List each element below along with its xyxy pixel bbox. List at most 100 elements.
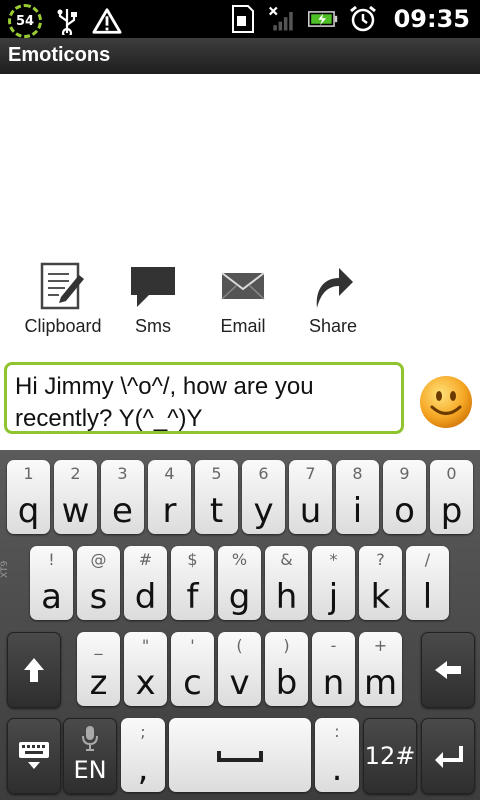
key-b-char: b [275, 663, 298, 703]
key-p-char: p [440, 491, 463, 531]
key-x[interactable]: " x [124, 632, 167, 706]
key-g[interactable]: % g [218, 546, 261, 620]
usb-icon [52, 6, 82, 36]
key-v-char: v [229, 663, 250, 703]
title-bar: Emoticons [0, 38, 480, 74]
sms-icon [128, 260, 178, 312]
key-j[interactable]: * j [312, 546, 355, 620]
key-c[interactable]: ' c [171, 632, 214, 706]
period-key[interactable]: : . [315, 718, 359, 792]
key-r-alt: 4 [164, 464, 175, 483]
key-t-alt: 5 [211, 464, 222, 483]
key-r-char: r [162, 491, 177, 531]
key-s-alt: @ [90, 550, 107, 569]
key-e[interactable]: 3e [101, 460, 144, 534]
soft-keyboard: 1q2w3e4r5t6y7u8i9o0p ! a @ s # d $ f% g & h * j? k / l … [0, 450, 480, 800]
key-k-char: k [370, 577, 391, 617]
key-g-char: g [228, 577, 251, 617]
space-key[interactable] [169, 718, 311, 792]
key-p[interactable]: 0p [430, 460, 473, 534]
share-icon [308, 260, 358, 312]
key-r[interactable]: 4r [148, 460, 191, 534]
sim-icon [228, 4, 258, 34]
key-d-char: d [134, 577, 157, 617]
key-o-char: o [394, 491, 415, 531]
key-i[interactable]: 8i [336, 460, 379, 534]
key-q-char: q [17, 491, 40, 531]
key-e-char: e [112, 491, 133, 531]
key-i-char: i [352, 491, 363, 531]
key-n[interactable]: -n [312, 632, 355, 706]
key-x-char: x [135, 663, 156, 703]
key-q[interactable]: 1q [7, 460, 50, 534]
share-actions: Clipboard Sms Email Share [18, 260, 378, 337]
key-h[interactable]: & h [265, 546, 308, 620]
sms-label: Sms [135, 316, 171, 336]
key-u[interactable]: 7u [289, 460, 332, 534]
key-v-alt: ( [236, 636, 243, 655]
key-y-alt: 6 [258, 464, 269, 483]
enter-key[interactable] [421, 718, 475, 794]
key-s[interactable]: @ s [77, 546, 120, 620]
comma-key-char: , [137, 749, 149, 789]
key-i-alt: 8 [352, 464, 363, 483]
key-n-char: n [322, 663, 345, 703]
enter-arrow-icon [422, 719, 474, 793]
language-label: EN [73, 756, 107, 784]
key-u-char: u [299, 491, 322, 531]
key-d[interactable]: # d [124, 546, 167, 620]
key-l[interactable]: / l [406, 546, 449, 620]
key-d-alt: # [138, 550, 153, 569]
shift-key[interactable] [7, 632, 61, 708]
comma-key[interactable]: ; , [121, 718, 165, 792]
email-icon [218, 260, 268, 312]
key-w[interactable]: 2w [54, 460, 97, 534]
backspace-key[interactable] [421, 632, 475, 708]
keyboard-hide-icon [8, 719, 60, 793]
key-p-alt: 0 [446, 464, 457, 483]
key-f-char: f [186, 577, 199, 617]
key-b[interactable]: ) b [265, 632, 308, 706]
key-s-char: s [89, 577, 108, 617]
clipboard-button[interactable]: Clipboard [18, 260, 108, 337]
key-c-alt: ' [190, 636, 195, 655]
key-m-char: m [363, 663, 398, 703]
battery-level-icon: 54 [8, 4, 42, 38]
space-bar-icon [169, 718, 311, 792]
symbols-key[interactable]: 12# [363, 718, 417, 794]
email-button[interactable]: Email [198, 260, 288, 337]
symbols-key-label: 12# [364, 742, 416, 770]
key-g-alt: % [231, 550, 248, 569]
key-f[interactable]: $ f [171, 546, 214, 620]
key-m-alt: + [373, 636, 388, 655]
key-t[interactable]: 5t [195, 460, 238, 534]
key-m[interactable]: + m [359, 632, 402, 706]
message-input[interactable]: Hi Jimmy \^o^/, how are you recently? Y(… [4, 362, 404, 434]
period-key-char: . [331, 749, 343, 789]
key-e-alt: 3 [117, 464, 128, 483]
key-z[interactable]: _ z [77, 632, 120, 706]
key-u-alt: 7 [305, 464, 316, 483]
key-c-char: c [183, 663, 202, 703]
battery-level-text: 54 [15, 13, 35, 29]
key-a[interactable]: ! a [30, 546, 73, 620]
key-v[interactable]: (v [218, 632, 261, 706]
key-w-alt: 2 [70, 464, 81, 483]
clock-time: 09:35 [393, 5, 470, 33]
xt9-label: XT9 [0, 560, 10, 578]
key-a-alt: ! [48, 550, 55, 569]
key-k[interactable]: ? k [359, 546, 402, 620]
share-button[interactable]: Share [288, 260, 378, 337]
smiley-emoticon-icon[interactable] [418, 374, 474, 430]
clipboard-icon [38, 260, 88, 312]
key-o[interactable]: 9o [383, 460, 426, 534]
comma-key-alt: ; [140, 722, 146, 741]
keyboard-hide-key[interactable] [7, 718, 61, 794]
key-h-alt: & [280, 550, 293, 569]
key-y[interactable]: 6y [242, 460, 285, 534]
status-bar: 54 09:35 [0, 0, 480, 38]
sms-button[interactable]: Sms [108, 260, 198, 337]
voice-language-key[interactable]: EN [63, 718, 117, 794]
key-y-char: y [253, 491, 274, 531]
no-signal-icon [268, 4, 298, 34]
